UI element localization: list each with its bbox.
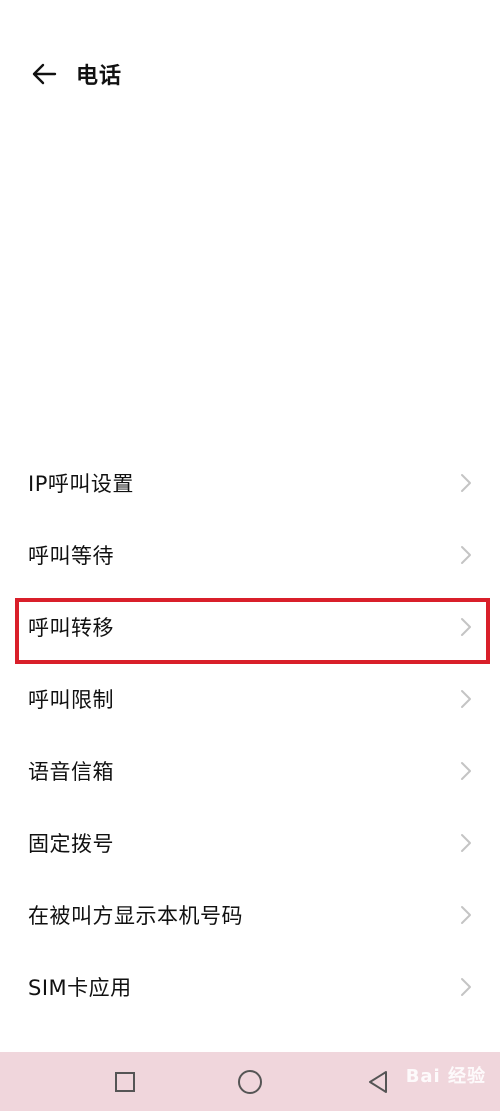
chevron-right-icon [458, 760, 474, 782]
home-button[interactable] [234, 1066, 266, 1098]
setting-voicemail[interactable]: 语音信箱 [0, 735, 500, 807]
setting-fixed-dialing[interactable]: 固定拨号 [0, 807, 500, 879]
chevron-right-icon [458, 832, 474, 854]
setting-call-waiting[interactable]: 呼叫等待 [0, 519, 500, 591]
setting-show-caller-id[interactable]: 在被叫方显示本机号码 [0, 879, 500, 951]
chevron-right-icon [458, 616, 474, 638]
setting-ip-call[interactable]: IP呼叫设置 [0, 447, 500, 519]
setting-label: 呼叫转移 [28, 616, 114, 640]
square-icon [115, 1072, 135, 1092]
system-navigation-bar: Bai 经验 [0, 1052, 500, 1111]
chevron-right-icon [458, 904, 474, 926]
nav-back-button[interactable] [362, 1066, 394, 1098]
back-button[interactable] [24, 54, 64, 94]
watermark-text: Bai 经验 [405, 1066, 486, 1087]
setting-label: 在被叫方显示本机号码 [28, 904, 243, 928]
setting-label: SIM卡应用 [28, 976, 132, 1000]
page-title: 电话 [76, 64, 123, 89]
chevron-right-icon [458, 688, 474, 710]
setting-label: 呼叫等待 [28, 544, 114, 568]
setting-label: IP呼叫设置 [28, 472, 134, 496]
chevron-right-icon [458, 544, 474, 566]
setting-label: 语音信箱 [28, 760, 114, 784]
setting-call-barring[interactable]: 呼叫限制 [0, 663, 500, 735]
setting-call-forwarding[interactable]: 呼叫转移 [0, 591, 500, 663]
arrow-left-icon [32, 63, 57, 85]
chevron-right-icon [458, 472, 474, 494]
setting-sim-apps[interactable]: SIM卡应用 [0, 951, 500, 1023]
setting-label: 固定拨号 [28, 832, 114, 856]
setting-label: 呼叫限制 [28, 688, 114, 712]
phone-settings-screen: 电话 IP呼叫设置 呼叫等待 呼叫转移 呼叫限制 语音信箱 固定拨号 在被叫方显… [0, 0, 500, 1111]
settings-list: IP呼叫设置 呼叫等待 呼叫转移 呼叫限制 语音信箱 固定拨号 在被叫方显示本机… [0, 447, 500, 1023]
chevron-right-icon [458, 976, 474, 998]
triangle-back-icon [369, 1071, 387, 1093]
recents-button[interactable] [109, 1066, 141, 1098]
top-bar: 电话 [0, 48, 500, 100]
circle-icon [238, 1070, 262, 1094]
